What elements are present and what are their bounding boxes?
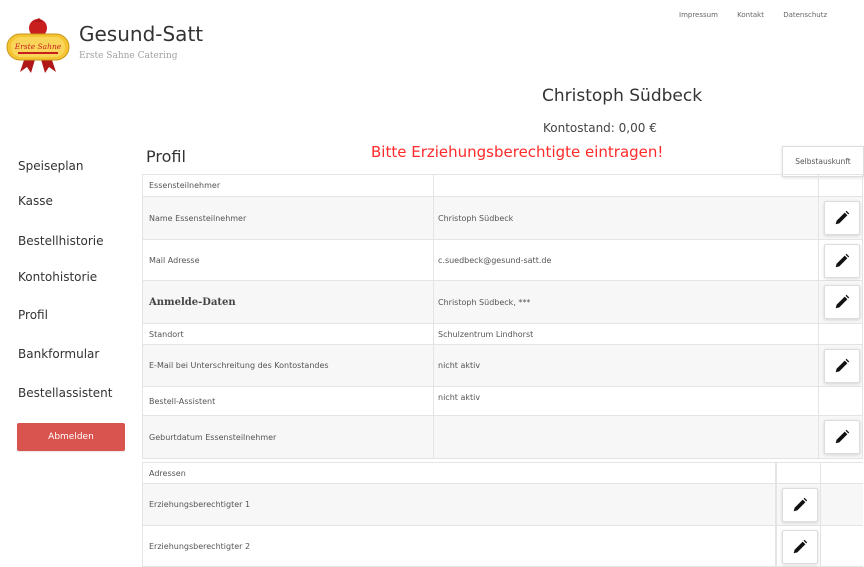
self-info-button[interactable]: Selbstauskunft (782, 146, 864, 177)
edit-email-alert-button[interactable] (824, 349, 860, 383)
table-row: Mail Adresse c.suedbeck@gesund-satt.de (142, 240, 863, 281)
table-header: Adressen (142, 463, 776, 483)
table-row: Geburtdatum Essensteilnehmer (142, 416, 863, 459)
table-header-row: Adressen (142, 463, 863, 484)
brand-tagline: Erste Sahne Catering (79, 51, 178, 61)
pencil-icon (835, 429, 850, 444)
kontakt-link[interactable]: Kontakt (737, 11, 764, 19)
row-label: Mail Adresse (142, 240, 434, 280)
pencil-icon (793, 497, 808, 512)
account-balance: Kontostand: 0,00 € (543, 121, 657, 135)
row-label: Erziehungsberechtigter 2 (142, 526, 776, 566)
pencil-icon (835, 253, 850, 268)
table-row: Name Essensteilnehmer Christoph Südbeck (142, 197, 863, 240)
impressum-link[interactable]: Impressum (679, 11, 718, 19)
edit-name-button[interactable] (824, 201, 860, 235)
row-label: E-Mail bei Unterschreitung des Kontostan… (142, 345, 434, 386)
row-label: Bestell-Assistent (142, 387, 434, 415)
guardian-alert: Bitte Erziehungsberechtigte eintragen! (371, 143, 664, 161)
svg-text:Erste Sahne: Erste Sahne (14, 42, 62, 51)
row-value: nicht aktiv (434, 345, 819, 386)
row-value: c.suedbeck@gesund-satt.de (434, 240, 819, 280)
table-row: Anmelde-Daten Christoph Südbeck, *** (142, 281, 863, 324)
table-row: Standort Schulzentrum Lindhorst (142, 324, 863, 345)
row-value: Schulzentrum Lindhorst (434, 324, 819, 344)
brand-logo[interactable]: Erste Sahne (6, 16, 72, 74)
row-label: Anmelde-Daten (142, 281, 434, 323)
edit-login-button[interactable] (824, 285, 860, 319)
row-label: Geburtdatum Essensteilnehmer (142, 416, 434, 458)
edit-guardian-1-button[interactable] (782, 488, 818, 522)
profile-table: Essensteilnehmer Name Essensteilnehmer C… (142, 174, 863, 459)
address-table: Adressen Erziehungsberechtigter 1 Erzieh… (142, 462, 863, 567)
pencil-icon (835, 210, 850, 225)
table-row: Bestell-Assistent nicht aktiv (142, 387, 863, 416)
top-links: Impressum Kontakt Datenschutz (679, 11, 844, 19)
table-header-row: Essensteilnehmer (142, 175, 863, 197)
edit-birthdate-button[interactable] (824, 420, 860, 454)
pencil-icon (835, 294, 850, 309)
logout-button[interactable]: Abmelden (17, 423, 125, 451)
user-name: Christoph Südbeck (542, 86, 703, 106)
pencil-icon (835, 358, 850, 373)
row-label: Name Essensteilnehmer (142, 197, 434, 239)
row-value: nicht aktiv (434, 387, 819, 415)
edit-guardian-2-button[interactable] (782, 530, 818, 564)
row-value: Christoph Südbeck, *** (434, 281, 819, 323)
datenschutz-link[interactable]: Datenschutz (783, 11, 827, 19)
brand-name: Gesund-Satt (79, 22, 204, 46)
pencil-icon (793, 539, 808, 554)
sidebar-item-bankformular[interactable]: Bankformular (18, 347, 99, 361)
page-title: Profil (146, 147, 186, 166)
table-header: Essensteilnehmer (142, 175, 434, 196)
table-row: Erziehungsberechtigter 1 (142, 484, 863, 526)
sidebar-item-speiseplan[interactable]: Speiseplan (18, 159, 84, 173)
sidebar-item-bestellhistorie[interactable]: Bestellhistorie (18, 234, 104, 248)
sidebar-item-bestellassistent[interactable]: Bestellassistent (18, 386, 112, 400)
sidebar-item-profil[interactable]: Profil (18, 308, 48, 322)
row-label: Standort (142, 324, 434, 344)
sidebar-item-kontohistorie[interactable]: Kontohistorie (18, 270, 97, 284)
row-value (434, 416, 819, 458)
sidebar-item-kasse[interactable]: Kasse (18, 194, 53, 208)
table-row: E-Mail bei Unterschreitung des Kontostan… (142, 345, 863, 387)
row-label: Erziehungsberechtigter 1 (142, 484, 776, 525)
row-value: Christoph Südbeck (434, 197, 819, 239)
edit-mail-button[interactable] (824, 244, 860, 278)
